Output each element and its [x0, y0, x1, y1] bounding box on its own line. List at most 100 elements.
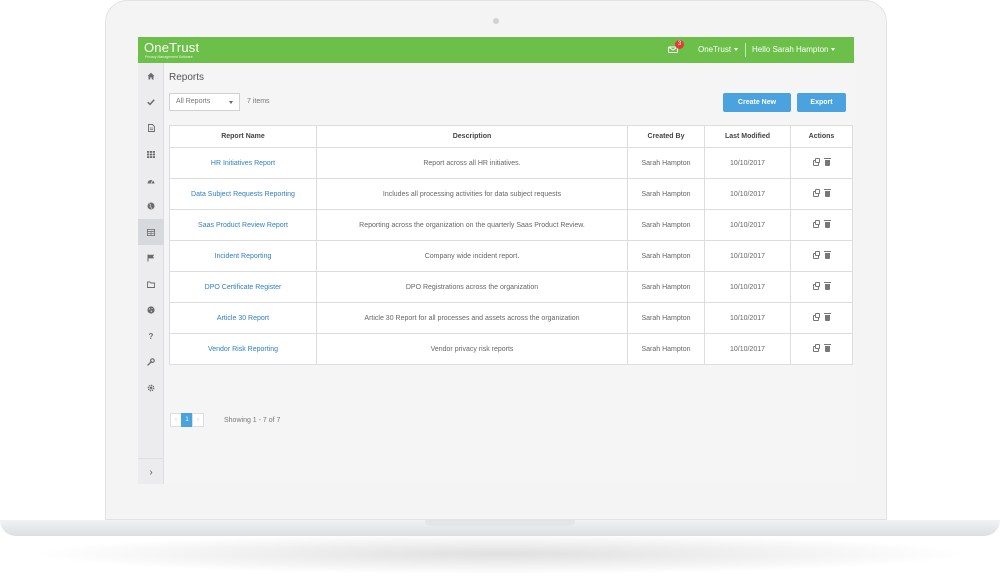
report-link[interactable]: Vendor Risk Reporting — [208, 346, 278, 353]
report-created-by: Sarah Hampton — [627, 333, 705, 365]
brand-logo[interactable]: OneTrust — [144, 40, 199, 55]
check-icon[interactable] — [138, 89, 164, 115]
table-row: Saas Product Review Report Reporting acro… — [169, 209, 853, 241]
report-last-modified: 10/10/2017 — [704, 240, 791, 272]
report-name-cell: Saas Product Review Report — [169, 209, 317, 241]
copy-icon[interactable] — [813, 188, 820, 197]
copy-icon[interactable] — [813, 250, 820, 259]
report-actions — [790, 302, 853, 334]
report-actions — [790, 271, 853, 303]
report-link[interactable]: HR Initiatives Report — [211, 160, 275, 167]
camera-dot — [493, 18, 499, 24]
pagination-summary: Showing 1 - 7 of 7 — [224, 417, 281, 424]
report-description: Company wide incident report. — [316, 240, 628, 272]
report-filter-select[interactable]: All Reports — [169, 93, 240, 111]
trash-icon[interactable] — [824, 219, 831, 228]
report-created-by: Sarah Hampton — [627, 209, 705, 241]
report-created-by: Sarah Hampton — [627, 147, 705, 179]
report-description: Article 30 Report for all processes and … — [316, 302, 628, 334]
caret-down-icon — [831, 48, 836, 52]
report-name-cell: Incident Reporting — [169, 240, 317, 272]
flag-icon[interactable] — [138, 245, 164, 271]
copy-icon[interactable] — [813, 312, 820, 321]
trash-icon[interactable] — [824, 157, 831, 166]
table-row: Data Subject Requests Reporting Includes … — [169, 178, 853, 210]
report-last-modified: 10/10/2017 — [704, 333, 791, 365]
report-link[interactable]: DPO Certificate Register — [205, 284, 282, 291]
table-row: Vendor Risk Reporting Vendor privacy risk… — [169, 333, 853, 365]
report-description: Reporting across the organization on the… — [316, 209, 628, 241]
caret-down-icon — [734, 48, 739, 52]
globe-icon[interactable] — [138, 193, 164, 219]
reports-table: Report Name Description Created By Last … — [169, 125, 853, 365]
report-description: Report across all HR initiatives. — [316, 147, 628, 179]
report-name-cell: Vendor Risk Reporting — [169, 333, 317, 365]
org-menu[interactable]: OneTrust — [698, 45, 739, 54]
report-link[interactable]: Data Subject Requests Reporting — [191, 191, 295, 198]
copy-icon[interactable] — [813, 281, 820, 290]
notification-badge: 3 — [675, 40, 684, 49]
report-name-cell: HR Initiatives Report — [169, 147, 317, 179]
column-header-created-by[interactable]: Created By — [627, 125, 705, 148]
report-last-modified: 10/10/2017 — [704, 209, 791, 241]
report-link[interactable]: Article 30 Report — [217, 315, 269, 322]
copy-icon[interactable] — [813, 343, 820, 352]
trash-icon[interactable] — [824, 343, 831, 352]
cookie-icon[interactable] — [138, 297, 164, 323]
report-filter-value: All Reports — [176, 98, 211, 105]
copy-icon[interactable] — [813, 157, 820, 166]
column-header-last-modified[interactable]: Last Modified — [704, 125, 791, 148]
report-last-modified: 10/10/2017 — [704, 302, 791, 334]
item-count: 7 items — [247, 98, 270, 105]
trash-icon[interactable] — [824, 281, 831, 290]
trash-icon[interactable] — [824, 250, 831, 259]
help-icon[interactable]: ? — [138, 323, 164, 349]
report-name-cell: DPO Certificate Register — [169, 271, 317, 303]
report-last-modified: 10/10/2017 — [704, 147, 791, 179]
create-new-button[interactable]: Create New — [723, 93, 791, 112]
folder-icon[interactable] — [138, 271, 164, 297]
report-description: DPO Registrations across the organizatio… — [316, 271, 628, 303]
gear-icon[interactable] — [138, 375, 164, 401]
pagination-next[interactable]: › — [192, 413, 204, 427]
org-menu-label: OneTrust — [698, 45, 732, 54]
table-row: HR Initiatives Report Report across all H… — [169, 147, 853, 179]
top-bar: OneTrust Privacy Management Software 3 O… — [138, 37, 854, 63]
grid-icon[interactable] — [138, 141, 164, 167]
report-created-by: Sarah Hampton — [627, 240, 705, 272]
table-row: Article 30 Report Article 30 Report for a… — [169, 302, 853, 334]
document-icon[interactable] — [138, 115, 164, 141]
chevron-right-icon[interactable]: › — [138, 458, 164, 484]
report-name-cell: Article 30 Report — [169, 302, 317, 334]
copy-icon[interactable] — [813, 219, 820, 228]
user-menu-label: Hello Sarah Hampton — [752, 45, 829, 54]
report-created-by: Sarah Hampton — [627, 302, 705, 334]
home-icon[interactable] — [138, 63, 164, 89]
report-description: Includes all processing activities for d… — [316, 178, 628, 210]
report-link[interactable]: Incident Reporting — [215, 253, 272, 260]
report-description: Vendor privacy risk reports — [316, 333, 628, 365]
user-menu[interactable]: Hello Sarah Hampton — [752, 45, 836, 54]
trash-icon[interactable] — [824, 188, 831, 197]
report-actions — [790, 209, 853, 241]
column-header-report-name[interactable]: Report Name — [169, 125, 317, 148]
column-header-description[interactable]: Description — [316, 125, 628, 148]
trash-icon[interactable] — [824, 312, 831, 321]
report-created-by: Sarah Hampton — [627, 178, 705, 210]
pagination: ‹ 1 › — [170, 413, 204, 427]
report-link[interactable]: Saas Product Review Report — [198, 222, 288, 229]
main-content: Reports All Reports 7 items Create New E… — [164, 63, 854, 484]
table-icon[interactable] — [138, 219, 164, 245]
wrench-icon[interactable] — [138, 349, 164, 375]
table-header-row: Report Name Description Created By Last … — [169, 125, 853, 148]
report-actions — [790, 333, 853, 365]
header-divider — [745, 43, 746, 57]
app-screen: OneTrust Privacy Management Software 3 O… — [138, 37, 854, 484]
dashboard-icon[interactable] — [138, 167, 164, 193]
page-title: Reports — [169, 72, 205, 83]
report-actions — [790, 147, 853, 179]
column-header-actions: Actions — [790, 125, 853, 148]
export-button[interactable]: Export — [797, 93, 846, 112]
laptop-shadow — [40, 534, 960, 574]
report-last-modified: 10/10/2017 — [704, 178, 791, 210]
